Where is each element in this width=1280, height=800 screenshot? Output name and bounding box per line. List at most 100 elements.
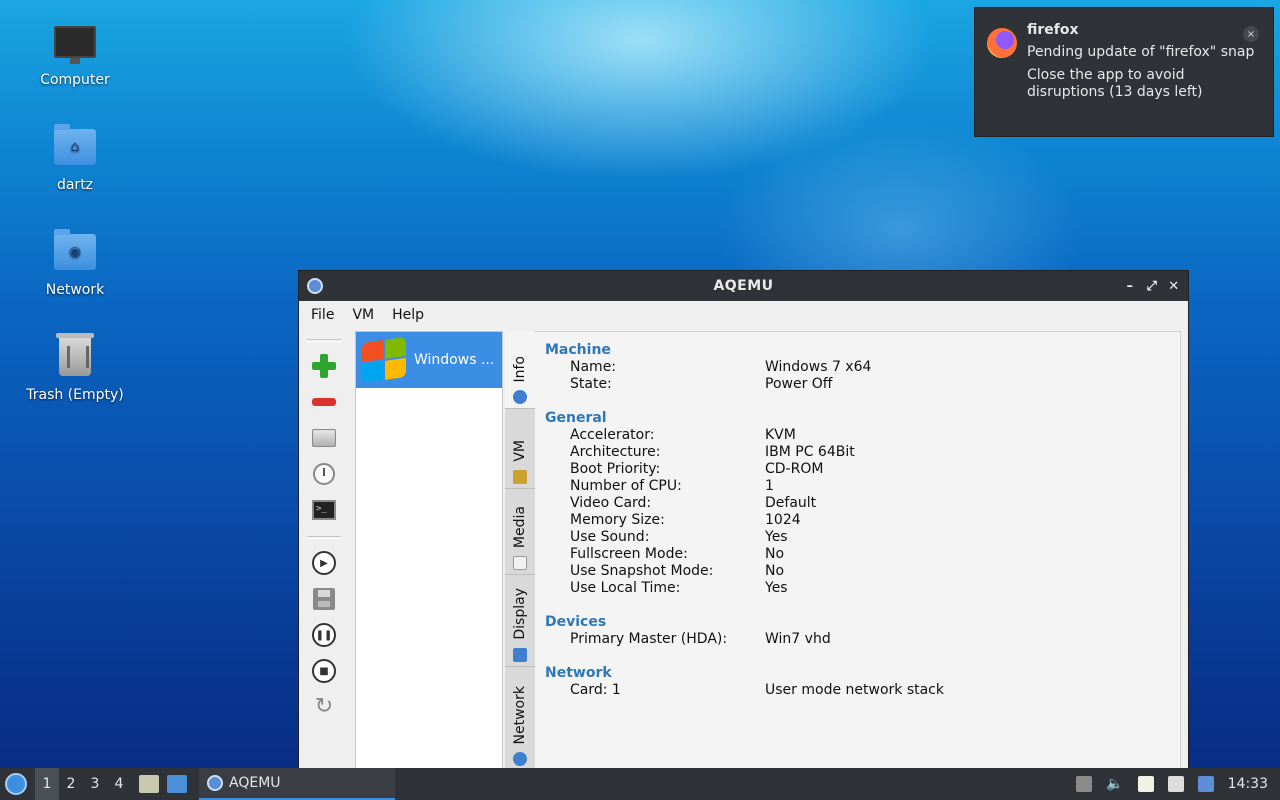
- info-value: Windows 7 x64: [765, 359, 872, 375]
- notification-popup[interactable]: firefox Pending update of "firefox" snap…: [974, 7, 1274, 137]
- delete-vm-button[interactable]: [309, 387, 339, 417]
- info-key: Primary Master (HDA):: [570, 631, 728, 647]
- info-key: Name:: [570, 359, 617, 375]
- clock-icon: [313, 463, 335, 485]
- aqemu-window: AQEMU – ⤢ ✕ File VM Help >_ ▶ ❚❚ ■ ↻ Win…: [298, 270, 1189, 771]
- info-value: User mode network stack: [765, 682, 944, 698]
- info-value: 1024: [765, 512, 801, 528]
- info-value: KVM: [765, 427, 796, 443]
- workspace-3[interactable]: 3: [83, 768, 107, 800]
- info-key: Accelerator:: [570, 427, 655, 443]
- info-row: Boot Priority: CD-ROM: [545, 461, 1180, 478]
- desktop-icon-label: dartz: [56, 177, 94, 193]
- window-titlebar[interactable]: AQEMU – ⤢ ✕: [299, 271, 1188, 301]
- tab-vm[interactable]: VM: [505, 409, 535, 489]
- toolbar-separator: [307, 339, 341, 342]
- clipboard-icon[interactable]: [1137, 776, 1154, 792]
- media-icon: [513, 556, 527, 570]
- info-value: Power Off: [765, 376, 833, 392]
- system-tray: 🔈 14:33: [1076, 776, 1280, 792]
- vm-list: Windows ...: [355, 331, 503, 771]
- info-row: Use Sound: Yes: [545, 529, 1180, 546]
- desktop-icon-network[interactable]: ◉ Network: [10, 228, 140, 298]
- desktop-icon-home[interactable]: ⌂ dartz: [10, 123, 140, 193]
- play-icon: ▶: [312, 551, 336, 575]
- task-label: AQEMU: [229, 775, 281, 791]
- file-manager-icon[interactable]: [139, 775, 159, 793]
- pause-icon: ❚❚: [312, 623, 336, 647]
- info-row: Architecture: IBM PC 64Bit: [545, 444, 1180, 461]
- reload-icon: ↻: [314, 694, 334, 719]
- save-icon: [313, 588, 335, 610]
- update-notifier-icon[interactable]: [1197, 776, 1214, 792]
- close-icon[interactable]: ✕: [1166, 278, 1182, 294]
- stop-icon: ■: [312, 659, 336, 683]
- aqemu-app-icon[interactable]: [307, 278, 323, 294]
- minus-icon: [312, 398, 336, 406]
- show-desktop-icon[interactable]: [167, 775, 187, 793]
- vm-disk-button[interactable]: [309, 423, 339, 453]
- windows-logo-icon: [362, 336, 406, 384]
- info-key: Number of CPU:: [570, 478, 682, 494]
- info-value: No: [765, 563, 785, 579]
- desktop-icon-trash[interactable]: Trash (Empty): [10, 333, 140, 403]
- info-key: Fullscreen Mode:: [570, 546, 688, 562]
- info-row: Accelerator: KVM: [545, 427, 1180, 444]
- computer-icon: [51, 18, 99, 66]
- info-key: Use Snapshot Mode:: [570, 563, 714, 579]
- stop-vm-button[interactable]: ■: [309, 656, 339, 686]
- vertical-tabs: Info VM Media Display Network: [505, 331, 535, 771]
- network-status-icon[interactable]: [1167, 776, 1184, 792]
- info-key: Video Card:: [570, 495, 652, 511]
- snapshots-button[interactable]: [309, 459, 339, 489]
- tools-icon: [513, 470, 527, 484]
- tab-network[interactable]: Network: [505, 667, 535, 771]
- start-menu-icon[interactable]: [5, 773, 27, 795]
- monitor-console-button[interactable]: >_: [309, 495, 339, 525]
- info-key: Card: 1: [570, 682, 621, 698]
- taskbar-task-aqemu[interactable]: AQEMU: [199, 768, 395, 800]
- info-row: Card: 1 User mode network stack: [545, 682, 1180, 699]
- tab-info[interactable]: Info: [505, 331, 535, 409]
- info-row: State: Power Off: [545, 376, 1180, 393]
- pause-vm-button[interactable]: ❚❚: [309, 620, 339, 650]
- info-icon: [513, 390, 527, 404]
- info-value: Win7 vhd: [765, 631, 831, 647]
- clock[interactable]: 14:33: [1228, 776, 1268, 792]
- tab-label: Info: [512, 355, 528, 383]
- notification-close-button[interactable]: ×: [1243, 26, 1259, 42]
- network-folder-icon: ◉: [51, 228, 99, 276]
- notification-detail: Close the app to avoid disruptions (13 d…: [1027, 67, 1203, 100]
- info-key: Boot Priority:: [570, 461, 661, 477]
- menu-help[interactable]: Help: [392, 307, 424, 323]
- info-key: Use Sound:: [570, 529, 650, 545]
- tab-display[interactable]: Display: [505, 575, 535, 667]
- menu-vm[interactable]: VM: [352, 307, 374, 323]
- minimize-icon[interactable]: –: [1122, 278, 1138, 294]
- start-vm-button[interactable]: ▶: [309, 548, 339, 578]
- menu-file[interactable]: File: [311, 307, 334, 323]
- vm-list-item[interactable]: Windows ...: [356, 332, 502, 388]
- info-value: Yes: [765, 580, 788, 596]
- section-network: Network: [545, 665, 612, 681]
- desktop-icon-label: Computer: [40, 72, 110, 88]
- workspace-4[interactable]: 4: [107, 768, 131, 800]
- section-machine: Machine: [545, 342, 611, 358]
- info-value: Yes: [765, 529, 788, 545]
- display-icon: [513, 648, 527, 662]
- reset-vm-button[interactable]: ↻: [309, 692, 339, 722]
- volume-icon[interactable]: 🔈: [1106, 776, 1123, 792]
- tab-label: Display: [512, 588, 528, 640]
- info-row: Primary Master (HDA): Win7 vhd: [545, 631, 1180, 648]
- taskbar: 1 2 3 4 AQEMU 🔈 14:33: [0, 768, 1280, 800]
- desktop-icon-computer[interactable]: Computer: [10, 18, 140, 88]
- workspace-1[interactable]: 1: [35, 768, 59, 800]
- workspace-2[interactable]: 2: [59, 768, 83, 800]
- add-vm-button[interactable]: [309, 351, 339, 381]
- save-vm-button[interactable]: [309, 584, 339, 614]
- vm-toolbar: >_ ▶ ❚❚ ■ ↻: [305, 331, 343, 771]
- tray-arrow-icon[interactable]: [1076, 776, 1093, 792]
- maximize-icon[interactable]: ⤢: [1144, 278, 1160, 294]
- tab-media[interactable]: Media: [505, 489, 535, 575]
- section-general: General: [545, 410, 607, 426]
